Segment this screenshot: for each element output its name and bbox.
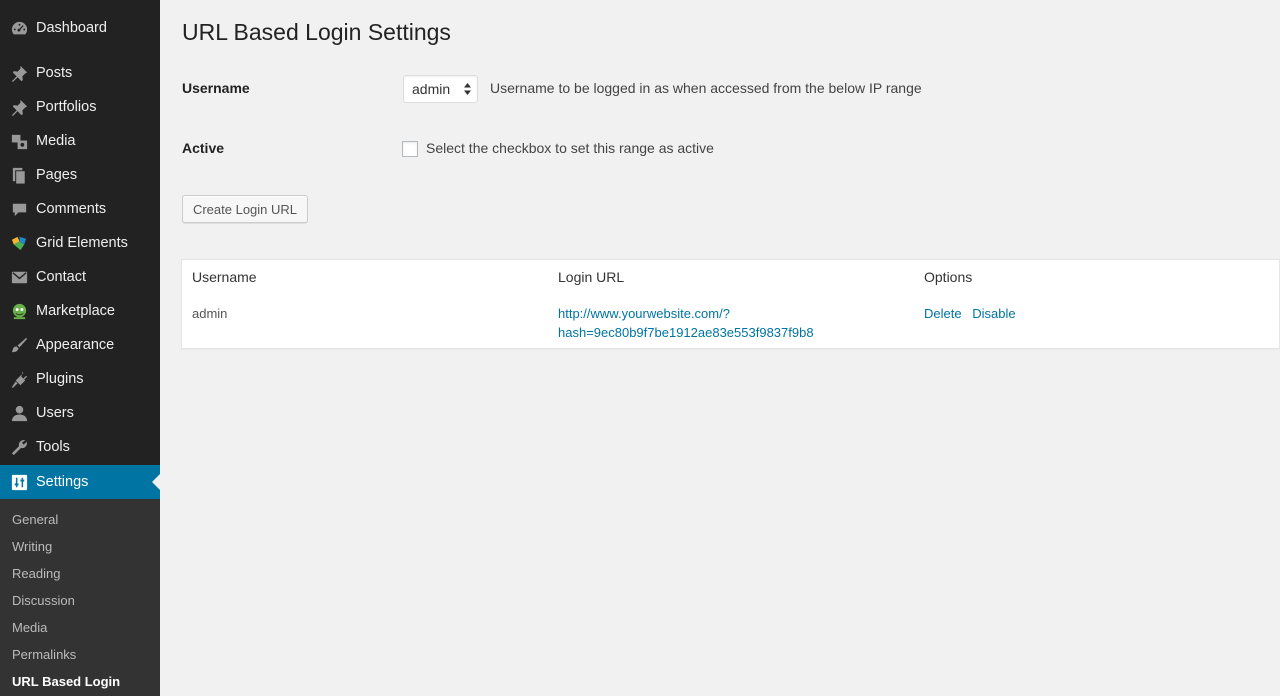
active-checkbox[interactable]	[402, 141, 418, 157]
sidebar-item-label: Appearance	[36, 337, 115, 353]
login-url-link-line1[interactable]: http://www.yourwebsite.com/?	[558, 304, 814, 323]
comment-icon	[0, 192, 36, 226]
settings-submenu: General Writing Reading Discussion Media…	[0, 499, 160, 696]
sidebar-item-marketplace[interactable]: Marketplace	[0, 294, 160, 328]
settings-icon	[0, 465, 36, 499]
user-icon	[0, 396, 36, 430]
wrench-icon	[0, 430, 36, 464]
admin-sidebar: Dashboard Posts Portfolios Media Pages C…	[0, 0, 160, 696]
sidebar-item-label: Settings	[36, 474, 89, 490]
pin-icon	[0, 56, 36, 90]
sidebar-item-settings[interactable]: Settings	[0, 465, 160, 499]
pin-icon	[0, 90, 36, 124]
submenu-item-reading[interactable]: Reading	[12, 566, 60, 581]
sidebar-item-label: Portfolios	[36, 99, 97, 115]
row-username: admin	[192, 306, 228, 321]
submenu-item-permalinks[interactable]: Permalinks	[12, 647, 76, 662]
sidebar-item-pages[interactable]: Pages	[0, 158, 160, 192]
disable-link[interactable]: Disable	[972, 306, 1015, 321]
media-icon	[0, 124, 36, 158]
sidebar-item-contact[interactable]: Contact	[0, 260, 160, 294]
submenu-item-media[interactable]: Media	[12, 620, 47, 635]
username-select[interactable]: admin	[403, 75, 478, 103]
column-header-login-url: Login URL	[558, 269, 625, 285]
mail-icon	[0, 260, 36, 294]
sidebar-item-comments[interactable]: Comments	[0, 192, 160, 226]
column-header-options: Options	[924, 269, 973, 285]
submenu-item-url-based-login[interactable]: URL Based Login	[12, 674, 120, 689]
active-label: Active	[182, 140, 225, 156]
create-login-url-button[interactable]: Create Login URL	[182, 195, 308, 223]
sidebar-item-portfolios[interactable]: Portfolios	[0, 90, 160, 124]
sidebar-item-label: Users	[36, 405, 74, 421]
username-label: Username	[182, 80, 250, 96]
submenu-item-writing[interactable]: Writing	[12, 539, 52, 554]
sidebar-item-label: Dashboard	[36, 20, 107, 36]
sidebar-item-label: Marketplace	[36, 303, 115, 319]
sidebar-item-label: Tools	[36, 439, 70, 455]
sidebar-item-label: Contact	[36, 269, 86, 285]
username-description: Username to be logged in as when accesse…	[490, 80, 922, 96]
pages-icon	[0, 158, 36, 192]
sidebar-item-posts[interactable]: Posts	[0, 56, 160, 90]
sidebar-item-media[interactable]: Media	[0, 124, 160, 158]
sidebar-item-appearance[interactable]: Appearance	[0, 328, 160, 362]
sidebar-item-grid-elements[interactable]: Grid Elements	[0, 226, 160, 260]
login-url-link-line2[interactable]: hash=9ec80b9f7be1912ae83e553f9837f9b8	[558, 323, 814, 342]
login-urls-table: Username Login URL Options admin http://…	[181, 259, 1280, 349]
sidebar-item-label: Pages	[36, 167, 78, 183]
submenu-item-discussion[interactable]: Discussion	[12, 593, 75, 608]
row-login-url[interactable]: http://www.yourwebsite.com/? hash=9ec80b…	[558, 304, 814, 342]
sidebar-item-label: Posts	[36, 65, 73, 81]
select-arrows-icon	[464, 83, 471, 95]
column-header-username: Username	[192, 269, 257, 285]
sidebar-item-dashboard[interactable]: Dashboard	[0, 11, 160, 45]
row-options: Delete Disable	[924, 304, 1016, 323]
marketplace-icon	[0, 294, 36, 328]
sidebar-item-tools[interactable]: Tools	[0, 430, 160, 464]
username-select-value: admin	[412, 81, 451, 97]
sidebar-item-users[interactable]: Users	[0, 396, 160, 430]
sidebar-item-label: Comments	[36, 201, 107, 217]
sidebar-item-label: Grid Elements	[36, 235, 128, 251]
dashboard-icon	[0, 11, 36, 45]
paintbrush-icon	[0, 328, 36, 362]
sidebar-item-label: Media	[36, 133, 76, 149]
sidebar-item-label: Plugins	[36, 371, 84, 387]
plugin-icon	[0, 362, 36, 396]
grid-elements-icon	[0, 226, 36, 260]
active-description: Select the checkbox to set this range as…	[426, 140, 714, 156]
submenu-item-general[interactable]: General	[12, 512, 58, 527]
page-title: URL Based Login Settings	[182, 19, 451, 45]
delete-link[interactable]: Delete	[924, 306, 962, 321]
sidebar-item-plugins[interactable]: Plugins	[0, 362, 160, 396]
